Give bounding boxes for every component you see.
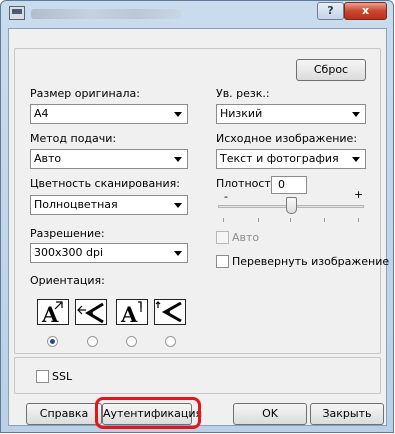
slider-tick <box>258 218 259 222</box>
orientation-portrait-alt-icon[interactable]: A <box>116 299 148 325</box>
density-value-field[interactable]: 0 <box>271 176 307 194</box>
flip-image-checkbox[interactable] <box>216 255 229 268</box>
original-size-label: Размер оригинала: <box>30 87 140 100</box>
close-button[interactable]: Закрыть <box>310 403 384 425</box>
scan-color-select[interactable]: Полноцветная <box>30 195 188 215</box>
sharpness-label: Ув. резк.: <box>216 87 270 100</box>
resolution-value: 300x300 dpi <box>34 246 104 259</box>
scan-color-value: Полноцветная <box>34 198 118 211</box>
orientation-radio-2[interactable] <box>87 336 98 347</box>
feed-method-select[interactable]: Авто <box>30 149 188 169</box>
orientation-label: Ориентация: <box>30 274 105 287</box>
title-close-button[interactable]: x <box>344 2 387 20</box>
scan-color-label: Цветность сканирования: <box>30 177 180 190</box>
original-size-select[interactable]: A4 <box>30 104 188 124</box>
orientation-landscape-left-icon[interactable] <box>75 299 107 325</box>
scanner-app-icon <box>9 6 25 20</box>
flip-image-label: Перевернуть изображение <box>232 255 390 268</box>
original-size-value: A4 <box>34 107 49 120</box>
original-image-label: Исходное изображение: <box>216 132 358 145</box>
title-bar[interactable]: ? x <box>1 1 393 27</box>
auto-density-label: Авто <box>232 231 260 244</box>
slider-tick <box>290 218 291 222</box>
orientation-radio-1[interactable] <box>47 336 58 347</box>
annotation-highlight <box>95 397 201 429</box>
auto-density-checkbox[interactable] <box>216 231 229 244</box>
title-help-button[interactable]: ? <box>317 2 344 20</box>
feed-method-value: Авто <box>34 152 62 165</box>
chevron-down-icon <box>352 112 360 117</box>
chevron-down-icon <box>352 157 360 162</box>
sharpness-value: Низкий <box>220 107 263 120</box>
chevron-down-icon <box>174 203 182 208</box>
help-button[interactable]: Справка <box>26 403 102 425</box>
orientation-radio-3[interactable] <box>126 336 137 347</box>
original-image-value: Текст и фотография <box>220 152 339 165</box>
ssl-label: SSL <box>52 370 73 383</box>
density-minus-label: - <box>224 190 228 203</box>
orientation-radio-4[interactable] <box>165 336 176 347</box>
orientation-portrait-up-icon[interactable]: A <box>37 299 69 325</box>
resolution-select[interactable]: 300x300 dpi <box>30 243 188 263</box>
blurred-window-title <box>31 9 181 19</box>
slider-tick <box>358 218 359 222</box>
density-slider-thumb[interactable] <box>285 197 297 214</box>
svg-text:A: A <box>120 302 138 324</box>
resolution-label: Разрешение: <box>30 227 105 240</box>
chevron-down-icon <box>174 251 182 256</box>
ok-button[interactable]: OK <box>233 403 307 425</box>
original-image-select[interactable]: Текст и фотография <box>216 149 366 169</box>
reset-button[interactable]: Сброс <box>296 59 366 81</box>
chevron-down-icon <box>174 157 182 162</box>
density-plus-label: + <box>354 188 364 201</box>
ssl-checkbox[interactable] <box>36 370 49 383</box>
slider-tick <box>223 218 224 222</box>
orientation-landscape-right-icon[interactable] <box>154 299 186 325</box>
svg-text:A: A <box>41 302 59 324</box>
feed-method-label: Метод подачи: <box>30 132 117 145</box>
sharpness-select[interactable]: Низкий <box>216 104 366 124</box>
chevron-down-icon <box>174 112 182 117</box>
slider-tick <box>324 218 325 222</box>
